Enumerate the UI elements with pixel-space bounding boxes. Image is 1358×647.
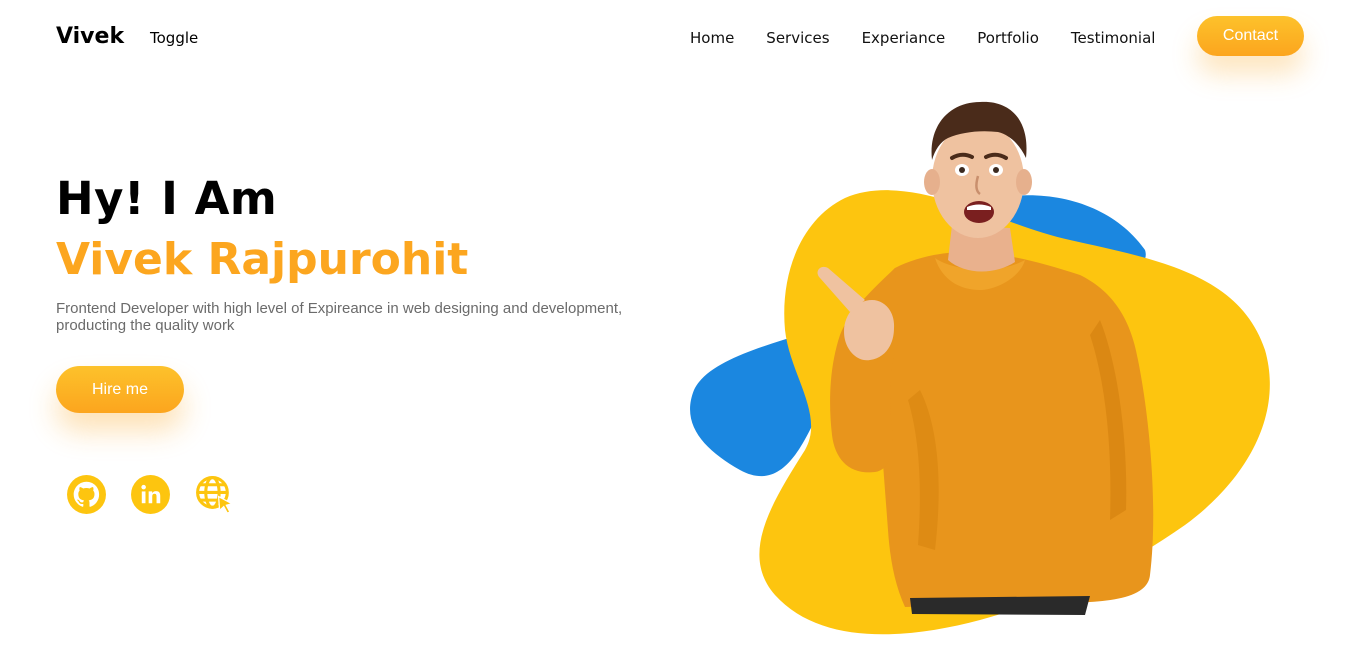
nav-link-home[interactable]: Home: [690, 29, 734, 47]
contact-button[interactable]: Contact: [1197, 16, 1304, 56]
github-icon[interactable]: [66, 474, 107, 515]
portfolio-page: Vivek Toggle Home Services Experiance Po…: [0, 0, 1358, 647]
nav-link-experiance[interactable]: Experiance: [862, 29, 946, 47]
social-links: [66, 474, 235, 515]
nav-link-testimonial[interactable]: Testimonial: [1071, 29, 1156, 47]
theme-toggle[interactable]: Toggle: [150, 29, 198, 47]
hire-me-button[interactable]: Hire me: [56, 366, 184, 413]
site-logo[interactable]: Vivek: [56, 24, 124, 49]
nav-link-services[interactable]: Services: [766, 29, 829, 47]
navbar: Vivek Toggle Home Services Experiance Po…: [0, 0, 1358, 76]
hero-greeting: Hy! I Am: [56, 172, 278, 225]
nav-links: Home Services Experiance Portfolio Testi…: [690, 29, 1155, 47]
linkedin-icon[interactable]: [130, 474, 171, 515]
hero-description: Frontend Developer with high level of Ex…: [56, 300, 623, 334]
nav-link-portfolio[interactable]: Portfolio: [977, 29, 1039, 47]
hero-illustration: [690, 101, 1270, 635]
website-icon[interactable]: [194, 474, 235, 515]
hero-name: Vivek Rajpurohit: [56, 234, 469, 285]
